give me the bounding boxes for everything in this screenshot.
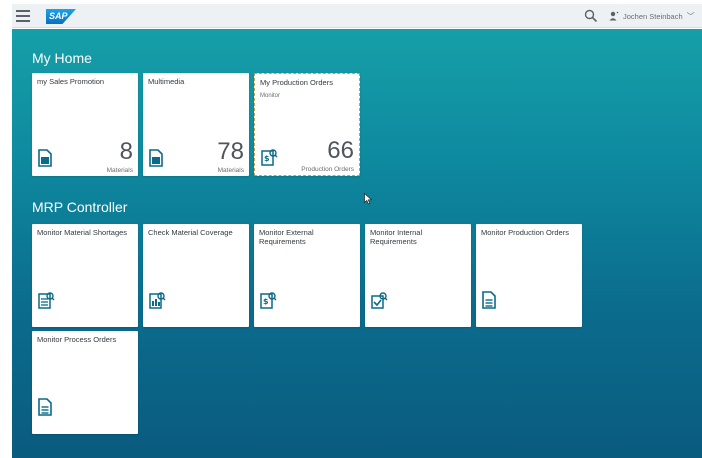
tile-title: My Production Orders: [260, 78, 333, 87]
tile-multimedia[interactable]: Multimedia 78 Materials: [143, 73, 249, 176]
group-title-my-home: My Home: [32, 50, 92, 66]
tile-title: Monitor External Requirements: [259, 228, 314, 246]
svg-text:$: $: [263, 297, 269, 306]
menu-icon[interactable]: [14, 7, 32, 25]
user-name: Jochen Steinbach: [623, 11, 683, 21]
document-icon: [149, 149, 163, 167]
tile-check-material-coverage[interactable]: Check Material Coverage: [143, 224, 249, 327]
user-menu[interactable]: Jochen Steinbach ﹀: [609, 8, 695, 24]
document-icon: [482, 291, 496, 309]
mouse-cursor-icon: [364, 193, 372, 205]
shell-header: SAP Jochen Steinbach ﹀: [12, 4, 702, 28]
tile-title: Monitor Production Orders: [481, 228, 569, 237]
tile-subtitle: Monitor: [260, 93, 281, 99]
list-search-icon: [38, 292, 55, 309]
tile-title: Check Material Coverage: [148, 228, 233, 237]
group-title-mrp-controller: MRP Controller: [32, 199, 128, 215]
tile-number: 66: [327, 137, 354, 164]
tile-my-sales-promotion[interactable]: my Sales Promotion 8 Materials: [32, 73, 138, 176]
tile-title: Monitor Internal Requirements: [370, 228, 423, 246]
tile-number: 78: [217, 138, 244, 165]
user-icon: [609, 11, 619, 21]
search-icon[interactable]: [584, 9, 598, 23]
tile-monitor-process-orders[interactable]: Monitor Process Orders: [32, 331, 138, 434]
tile-monitor-production-orders[interactable]: Monitor Production Orders: [476, 224, 582, 327]
tile-my-production-orders[interactable]: My Production Orders Monitor $ 66 Produc…: [254, 73, 360, 176]
money-search-icon: $: [260, 292, 277, 309]
tile-monitor-internal-requirements[interactable]: Monitor Internal Requirements: [365, 224, 471, 327]
tile-number: 8: [119, 138, 133, 165]
document-icon: [38, 398, 52, 416]
check-search-icon: [371, 292, 388, 309]
tile-title: Monitor Process Orders: [37, 335, 117, 344]
document-icon: [38, 149, 52, 167]
tile-monitor-external-requirements[interactable]: Monitor External Requirements $: [254, 224, 360, 327]
tile-unit: Materials: [217, 167, 244, 174]
tile-monitor-material-shortages[interactable]: Monitor Material Shortages: [32, 224, 138, 327]
tile-title: my Sales Promotion: [37, 77, 105, 86]
svg-text:$: $: [264, 154, 270, 163]
sap-logo[interactable]: SAP: [46, 9, 76, 24]
tile-title: Multimedia: [148, 77, 185, 86]
chart-search-icon: [149, 292, 166, 309]
tile-unit: Materials: [106, 167, 133, 174]
chevron-down-icon: ﹀: [686, 11, 695, 21]
launchpad-content: My Home my Sales Promotion 8 Materials M…: [12, 29, 702, 458]
tile-title: Monitor Material Shortages: [37, 228, 128, 237]
money-search-icon: $: [261, 149, 278, 166]
tile-unit: Production Orders: [301, 166, 354, 173]
